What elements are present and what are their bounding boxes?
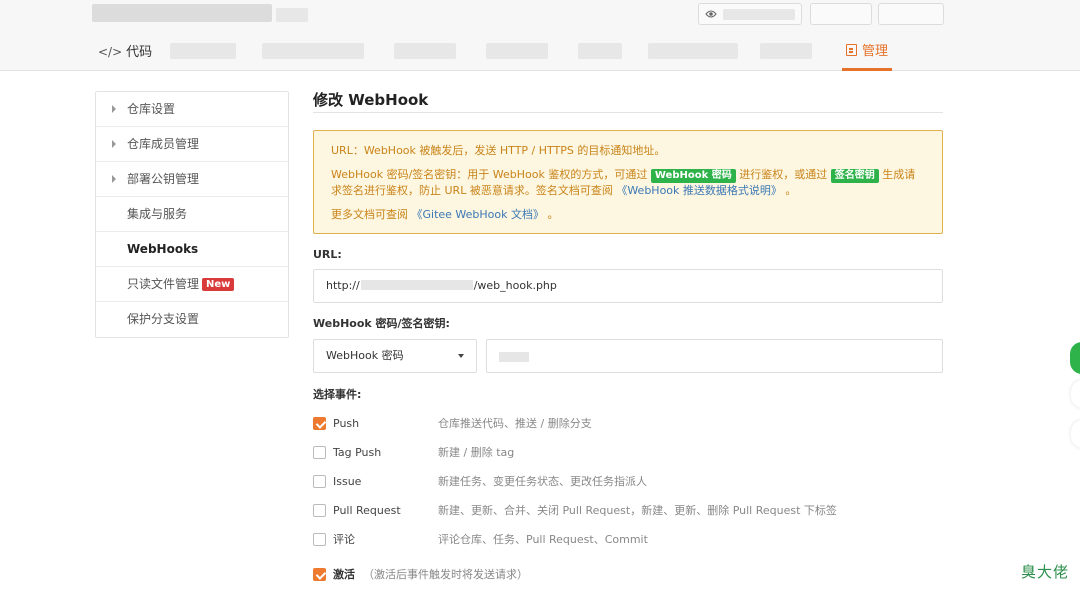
activate-hint: （激活后事件触发时将发送请求）: [363, 568, 528, 581]
tab-code[interactable]: </> 代码: [98, 36, 152, 71]
sidebar-item-webhooks[interactable]: WebHooks: [96, 232, 288, 267]
event-checkbox[interactable]: [313, 504, 326, 517]
floating-help-button[interactable]: [1070, 342, 1080, 374]
floating-tool-button[interactable]: [1071, 420, 1080, 448]
activate-label: 激活: [333, 568, 355, 581]
tag-sign-key: 签名密钥: [830, 169, 879, 183]
event-name: Tag Push: [333, 446, 382, 459]
notice-secret-line: WebHook 密码/签名密钥：用于 WebHook 鉴权的方式，可通过 Web…: [331, 167, 925, 199]
watch-button[interactable]: [698, 3, 802, 25]
sidebar-item-protected-branches[interactable]: 保护分支设置: [96, 302, 288, 337]
event-name: Push: [333, 417, 360, 430]
event-desc: 新建 / 删除 tag: [438, 446, 515, 459]
tab-code-label: 代码: [126, 45, 153, 60]
caret-right-icon: [112, 105, 116, 113]
sidebar-item-label: 集成与服务: [127, 207, 188, 221]
repo-tag-blurred: [276, 8, 308, 22]
secret-input[interactable]: [486, 339, 943, 373]
event-push[interactable]: Push 仓库推送代码、推送 / 删除分支: [313, 409, 943, 438]
new-badge: New: [202, 278, 235, 291]
eye-icon: [705, 10, 717, 18]
secret-row: WebHook 密码: [313, 339, 943, 373]
tab-manage-label: 管理: [862, 44, 889, 59]
event-desc: 新建任务、变更任务状态、更改任务指派人: [438, 475, 647, 488]
event-issue[interactable]: Issue 新建任务、变更任务状态、更改任务指派人: [313, 467, 943, 496]
notice-url-line: URL：WebHook 被触发后，发送 HTTP / HTTPS 的目标通知地址…: [331, 144, 666, 157]
secret-label: WebHook 密码/签名密钥:: [313, 317, 450, 330]
webhook-notice: URL：WebHook 被触发后，发送 HTTP / HTTPS 的目标通知地址…: [313, 130, 943, 234]
sidebar-item-label: 仓库设置: [127, 102, 176, 116]
url-input[interactable]: http:// /web_hook.php: [313, 269, 943, 303]
tab-manage[interactable]: 管理: [842, 36, 893, 71]
sidebar-item-label: 只读文件管理: [127, 277, 200, 291]
sidebar-item-label: 部署公钥管理: [127, 172, 200, 186]
sidebar-item-label: 仓库成员管理: [127, 137, 200, 151]
event-pull-request[interactable]: Pull Request 新建、更新、合并、关闭 Pull Request，新建…: [313, 496, 943, 525]
tab-blurred-3[interactable]: [394, 43, 456, 59]
url-host-blurred: [360, 280, 473, 290]
url-prefix: http://: [326, 279, 360, 292]
code-icon: </>: [98, 45, 123, 59]
url-suffix: /web_hook.php: [473, 279, 557, 292]
event-desc: 新建、更新、合并、关闭 Pull Request，新建、更新、删除 Pull R…: [438, 504, 837, 517]
sidebar-item-label: WebHooks: [127, 242, 199, 256]
tab-blurred-7[interactable]: [760, 43, 812, 59]
caret-right-icon: [112, 175, 116, 183]
sidebar-item-readonly-files[interactable]: 只读文件管理 New: [96, 267, 288, 302]
tab-blurred-6[interactable]: [648, 43, 738, 59]
sidebar-item-label: 保护分支设置: [127, 312, 200, 326]
notice-text: 进行鉴权，或通过: [739, 168, 828, 181]
sidebar-item-integrations[interactable]: 集成与服务: [96, 197, 288, 232]
star-button[interactable]: [810, 3, 872, 25]
tag-webhook-password: WebHook 密码: [650, 169, 736, 183]
sidebar-item-repo-settings[interactable]: 仓库设置: [96, 92, 288, 127]
event-checkbox[interactable]: [313, 417, 326, 430]
notice-docs-line: 更多文档可查阅 《Gitee WebHook 文档》 。: [331, 207, 925, 223]
notice-text: WebHook 密码/签名密钥：用于 WebHook 鉴权的方式，可通过: [331, 168, 648, 181]
chevron-down-icon: [458, 354, 464, 358]
webhook-form: 修改 WebHook URL：WebHook 被触发后，发送 HTTP / HT…: [313, 88, 943, 589]
event-comment[interactable]: 评论 评论仓库、任务、Pull Request、Commit: [313, 525, 943, 554]
event-checkbox[interactable]: [313, 475, 326, 488]
watermark-text: 臭大佬: [1021, 563, 1070, 581]
notice-text: 。: [785, 184, 797, 197]
watch-count-blurred: [723, 9, 795, 20]
sidebar-item-deploy-keys[interactable]: 部署公钥管理: [96, 162, 288, 197]
secret-type-select[interactable]: WebHook 密码: [313, 339, 477, 373]
event-name: Pull Request: [333, 504, 401, 517]
secret-type-value: WebHook 密码: [326, 349, 404, 362]
manage-icon: [846, 44, 857, 56]
secret-value-blurred: [499, 352, 529, 362]
page-title: 修改 WebHook: [313, 88, 943, 113]
event-name: 评论: [333, 533, 355, 546]
event-desc: 仓库推送代码、推送 / 删除分支: [438, 417, 592, 430]
activate-row[interactable]: 激活 （激活后事件触发时将发送请求）: [313, 560, 943, 589]
tab-blurred-2[interactable]: [262, 43, 364, 59]
repo-tabs: </> 代码 管理: [0, 36, 1080, 71]
event-list: Push 仓库推送代码、推送 / 删除分支 Tag Push 新建 / 删除 t…: [313, 409, 943, 589]
tab-blurred-4[interactable]: [486, 43, 548, 59]
event-desc: 评论仓库、任务、Pull Request、Commit: [438, 533, 648, 546]
event-tag-push[interactable]: Tag Push 新建 / 删除 tag: [313, 438, 943, 467]
tab-blurred-1[interactable]: [170, 43, 236, 59]
activate-checkbox[interactable]: [313, 568, 326, 581]
settings-sidebar: 仓库设置 仓库成员管理 部署公钥管理 集成与服务 WebHooks 只读文件管理…: [95, 91, 289, 338]
fork-button[interactable]: [878, 3, 944, 25]
repo-title-blurred: [92, 4, 272, 22]
notice-text: 更多文档可查阅: [331, 208, 408, 221]
floating-tool-button[interactable]: [1071, 380, 1080, 408]
event-checkbox[interactable]: [313, 533, 326, 546]
caret-right-icon: [112, 140, 116, 148]
repo-header: </> 代码 管理: [0, 0, 1080, 71]
url-label: URL:: [313, 248, 342, 261]
tab-blurred-5[interactable]: [578, 43, 622, 59]
sidebar-item-members[interactable]: 仓库成员管理: [96, 127, 288, 162]
notice-text: 。: [547, 208, 559, 221]
gitee-webhook-doc-link[interactable]: 《Gitee WebHook 文档》: [412, 208, 545, 221]
event-name: Issue: [333, 475, 362, 488]
event-checkbox[interactable]: [313, 446, 326, 459]
events-label: 选择事件:: [313, 388, 362, 401]
push-format-doc-link[interactable]: 《WebHook 推送数据格式说明》: [616, 184, 782, 197]
